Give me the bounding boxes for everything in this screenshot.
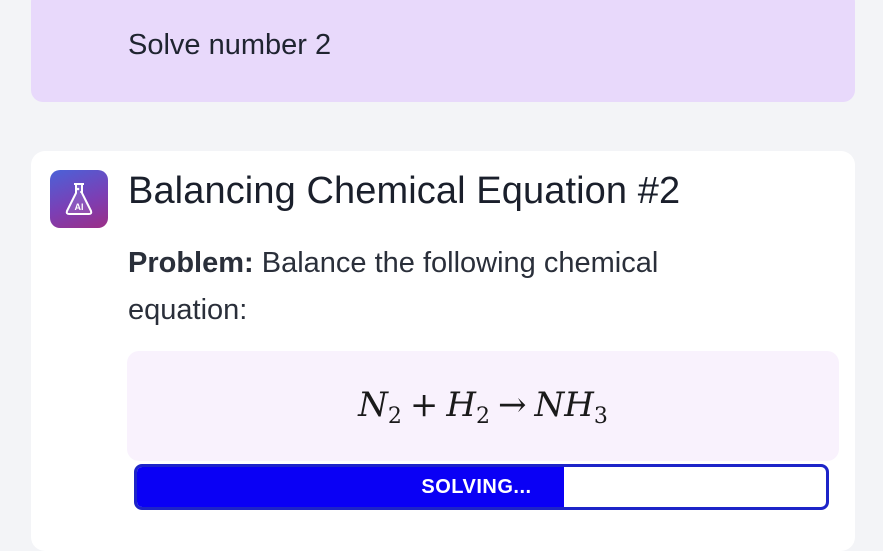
equation-block: N2 + H2 → NH3: [127, 351, 839, 461]
eq-sub-h: 2: [476, 404, 490, 429]
chemical-equation: N2 + H2 → NH3: [127, 385, 839, 429]
avatar-label: AI: [75, 202, 84, 212]
solution-title: Balancing Chemical Equation #2: [128, 170, 681, 212]
eq-sub-nh: 3: [593, 404, 608, 429]
eq-arrow: →: [498, 385, 527, 425]
flask-ai-icon: AI: [65, 183, 93, 215]
eq-term-n: N: [358, 385, 388, 425]
eq-plus: +: [409, 385, 439, 425]
progress-label: SOLVING...: [421, 475, 532, 498]
assistant-avatar: AI: [50, 170, 108, 228]
eq-term-h: H: [446, 385, 476, 425]
problem-label: Problem:: [128, 247, 254, 279]
eq-term-nh: NH: [534, 385, 594, 425]
user-message-text: Solve number 2: [128, 29, 332, 61]
problem-statement: Problem: Balance the following chemical …: [128, 240, 768, 334]
eq-sub-n: 2: [387, 404, 402, 429]
solving-progress-bar: SOLVING...: [134, 464, 829, 510]
